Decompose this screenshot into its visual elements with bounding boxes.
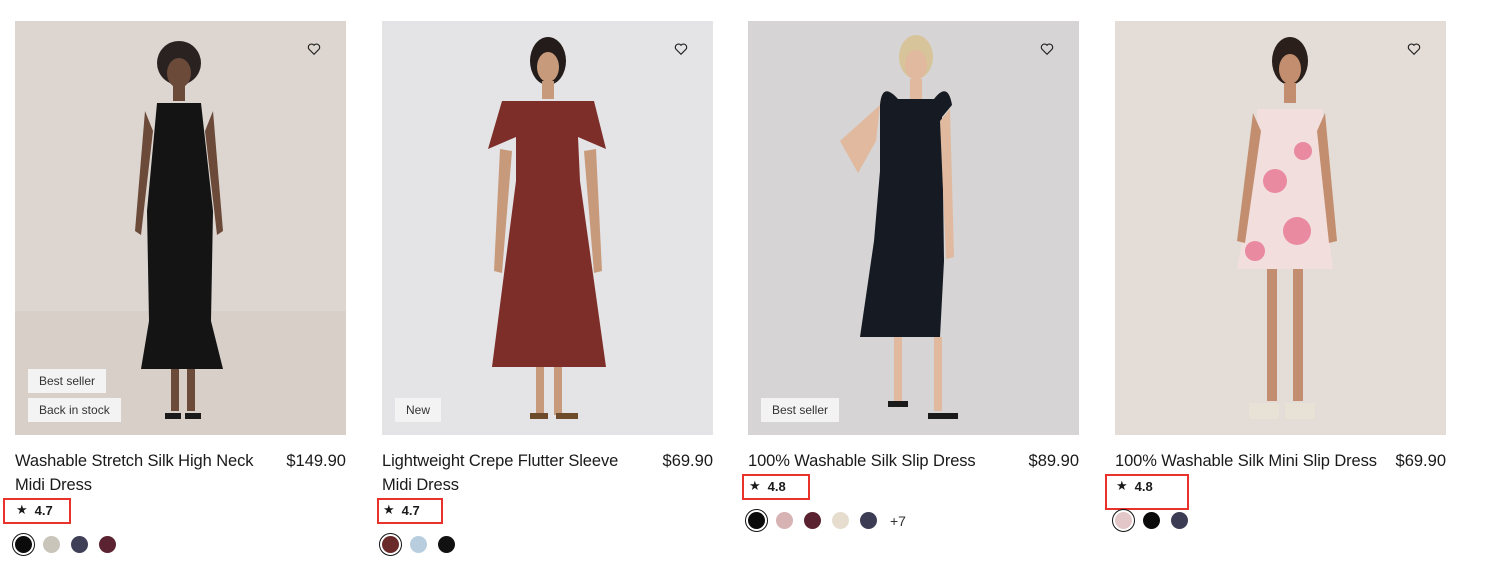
model-photo — [382, 21, 713, 435]
star-icon: ★ — [749, 478, 761, 493]
color-swatches: +7 — [745, 509, 1079, 532]
product-name[interactable]: 100% Washable Silk Slip Dress — [748, 449, 1016, 473]
badge-list: New — [395, 398, 442, 422]
star-icon: ★ — [16, 502, 28, 517]
product-price: $69.90 — [1395, 452, 1446, 470]
color-swatch[interactable] — [379, 533, 402, 556]
badge-best-seller: Best seller — [28, 369, 107, 393]
badge-best-seller: Best seller — [761, 398, 840, 422]
rating: ★ 4.7 — [15, 501, 53, 519]
product-price: $149.90 — [286, 452, 346, 470]
product-price: $89.90 — [1028, 452, 1079, 470]
product-name[interactable]: Washable Stretch Silk High Neck Midi Dre… — [15, 449, 283, 497]
color-swatch[interactable] — [43, 536, 60, 553]
color-swatch[interactable] — [1171, 512, 1188, 529]
color-swatch[interactable] — [99, 536, 116, 553]
rating: ★ 4.8 — [748, 477, 786, 495]
badge-back-in-stock: Back in stock — [28, 398, 121, 422]
color-swatch[interactable] — [804, 512, 821, 529]
product-name[interactable]: Lightweight Crepe Flutter Sleeve Midi Dr… — [382, 449, 650, 497]
color-swatch[interactable] — [410, 536, 427, 553]
rating-value: 4.8 — [1134, 478, 1153, 494]
product-card[interactable]: 100% Washable Silk Mini Slip Dress $69.9… — [1105, 21, 1446, 532]
heart-icon[interactable] — [307, 42, 321, 56]
color-swatch[interactable] — [832, 512, 849, 529]
product-image[interactable]: Best seller — [748, 21, 1079, 435]
product-card[interactable]: Best seller Back in stock Washable Stret… — [3, 21, 346, 556]
color-swatches — [379, 533, 713, 556]
color-swatch[interactable] — [860, 512, 877, 529]
product-image[interactable]: New — [382, 21, 713, 435]
product-card[interactable]: Best seller 100% Washable Silk Slip Dres… — [742, 21, 1079, 532]
product-card[interactable]: New Lightweight Crepe Flutter Sleeve Mid… — [377, 21, 713, 556]
badge-list: Best seller — [761, 398, 840, 422]
star-icon: ★ — [1116, 478, 1128, 493]
more-colors-link[interactable]: +7 — [890, 513, 906, 529]
rating: ★ 4.8 — [1115, 477, 1153, 495]
rating: ★ 4.7 — [382, 501, 420, 519]
product-image[interactable] — [1115, 21, 1446, 435]
heart-icon[interactable] — [1407, 42, 1421, 56]
color-swatch[interactable] — [745, 509, 768, 532]
badge-new: New — [395, 398, 442, 422]
rating-value: 4.8 — [767, 478, 786, 494]
heart-icon[interactable] — [1040, 42, 1054, 56]
color-swatch[interactable] — [438, 536, 455, 553]
rating-value: 4.7 — [34, 502, 53, 518]
product-name[interactable]: 100% Washable Silk Mini Slip Dress — [1115, 449, 1383, 473]
color-swatches — [1112, 509, 1446, 532]
color-swatches — [12, 533, 346, 556]
model-photo — [1115, 21, 1446, 435]
product-price: $69.90 — [662, 452, 713, 470]
rating-value: 4.7 — [401, 502, 420, 518]
model-photo — [748, 21, 1079, 435]
color-swatch[interactable] — [1112, 509, 1135, 532]
color-swatch[interactable] — [776, 512, 793, 529]
color-swatch[interactable] — [71, 536, 88, 553]
badge-list: Best seller Back in stock — [28, 369, 121, 422]
color-swatch[interactable] — [1143, 512, 1160, 529]
color-swatch[interactable] — [12, 533, 35, 556]
heart-icon[interactable] — [674, 42, 688, 56]
product-image[interactable]: Best seller Back in stock — [15, 21, 346, 435]
star-icon: ★ — [383, 502, 395, 517]
